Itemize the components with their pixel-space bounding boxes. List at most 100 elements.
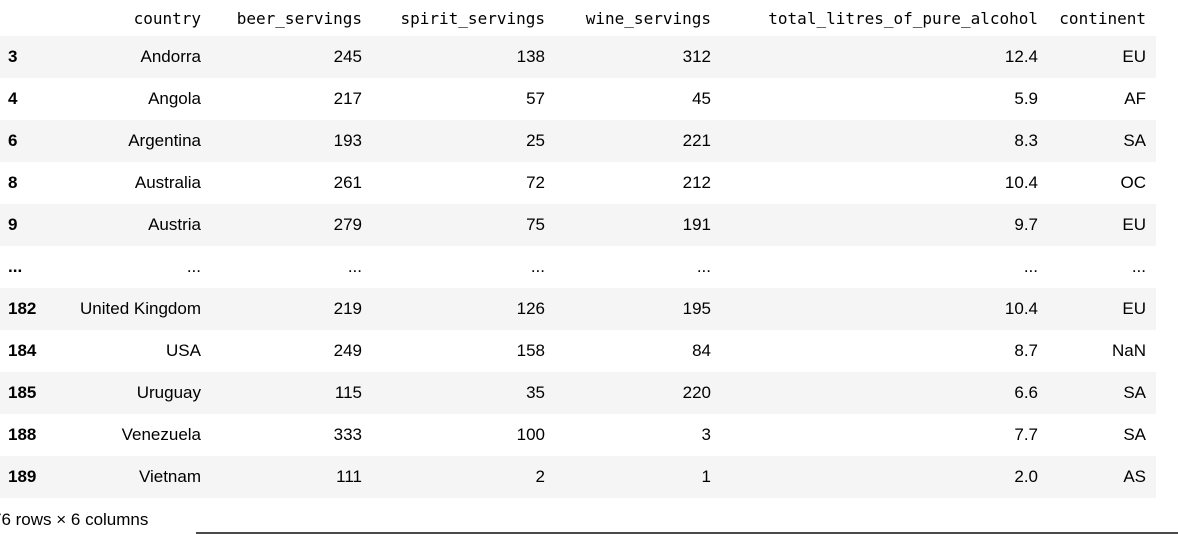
cell-spirit-servings: 25 (526, 131, 545, 150)
row-index: 185 (8, 383, 37, 402)
cell-wine-servings: 312 (682, 47, 711, 66)
cell-beer-servings: 261 (333, 173, 362, 192)
table-row: 9 Austria 279 75 191 9.7 EU (0, 204, 1156, 246)
cell-continent: OC (1120, 173, 1147, 192)
cell-beer-servings: 217 (333, 89, 362, 108)
cell-total-litres: 2.0 (1014, 467, 1038, 486)
cell-total-litres: 8.3 (1014, 131, 1038, 150)
table-row: 189 Vietnam 111 2 1 2.0 AS (0, 456, 1156, 498)
index-header (0, 0, 50, 36)
cell-wine-servings: 84 (692, 341, 711, 360)
cell-wine-servings: 195 (682, 299, 711, 318)
cell-total-litres: 9.7 (1014, 215, 1038, 234)
cell-wine-servings: ... (696, 257, 711, 276)
cell-country: United Kingdom (80, 299, 201, 318)
table-row: 184 USA 249 158 84 8.7 NaN (0, 330, 1156, 372)
cell-continent: NaN (1111, 341, 1146, 360)
cell-beer-servings: 333 (333, 425, 362, 444)
column-header-country: country (133, 8, 201, 28)
column-header-total-litres: total_litres_of_pure_alcohol (768, 8, 1038, 28)
row-index: 184 (8, 341, 37, 360)
cell-country: Venezuela (121, 425, 201, 444)
cell-total-litres: 5.9 (1014, 89, 1038, 108)
cell-beer-servings: 279 (333, 215, 362, 234)
table-row: 188 Venezuela 333 100 3 7.7 SA (0, 414, 1156, 456)
header-row: country beer_servings spirit_servings wi… (0, 0, 1156, 36)
table-row: 8 Australia 261 72 212 10.4 OC (0, 162, 1156, 204)
cell-country: Austria (148, 215, 201, 234)
table-row: 185 Uruguay 115 35 220 6.6 SA (0, 372, 1156, 414)
cell-spirit-servings: 75 (526, 215, 545, 234)
cell-country: Angola (148, 89, 201, 108)
cell-wine-servings: 3 (701, 425, 711, 444)
table-row: ..................... (0, 246, 1156, 288)
dataframe-output: country beer_servings spirit_servings wi… (0, 0, 1178, 534)
column-header-wine-servings: wine_servings (585, 8, 711, 28)
cell-total-litres: 10.4 (1004, 299, 1038, 318)
cell-wine-servings: 191 (682, 215, 711, 234)
row-index: 3 (8, 47, 18, 66)
table-row: 3 Andorra 245 138 312 12.4 EU (0, 36, 1156, 78)
cell-wine-servings: 220 (682, 383, 711, 402)
table-body: 3 Andorra 245 138 312 12.4 EU 4 Angola 217 57 45 5.9… (0, 36, 1156, 498)
row-index: 8 (8, 173, 18, 192)
table-row: 182 United Kingdom 219 126 195 10.4 EU (0, 288, 1156, 330)
cell-beer-servings: 115 (334, 383, 362, 402)
row-index: 9 (8, 215, 18, 234)
cell-country: Australia (134, 173, 201, 192)
cell-spirit-servings: 2 (535, 467, 545, 486)
row-index: 4 (8, 89, 18, 108)
table-row: 6 Argentina 193 25 221 8.3 SA (0, 120, 1156, 162)
cell-continent: EU (1122, 299, 1146, 318)
cell-beer-servings: 193 (333, 131, 362, 150)
row-index: 182 (8, 299, 37, 318)
cell-country: Argentina (128, 131, 201, 150)
cell-total-litres: 12.4 (1004, 47, 1038, 66)
column-header-spirit-servings: spirit_servings (400, 8, 546, 28)
cell-total-litres: 7.7 (1014, 425, 1038, 444)
cell-continent: EU (1122, 47, 1146, 66)
cell-total-litres: 6.6 (1014, 383, 1038, 402)
cell-beer-servings: 111 (336, 467, 362, 486)
dataframe-shape-text: 76 rows × 6 columns (0, 510, 149, 529)
cell-country: Vietnam (138, 467, 201, 486)
cell-spirit-servings: ... (530, 257, 545, 276)
column-header-continent: continent (1059, 8, 1146, 28)
cell-beer-servings: ... (347, 257, 362, 276)
cell-spirit-servings: 126 (516, 299, 545, 318)
cell-spirit-servings: 138 (516, 47, 545, 66)
cell-total-litres: 8.7 (1014, 341, 1038, 360)
cell-spirit-servings: 57 (526, 89, 545, 108)
cell-country: Uruguay (136, 383, 201, 402)
cell-continent: EU (1122, 215, 1146, 234)
row-index: ... (8, 257, 23, 276)
cell-wine-servings: 221 (682, 131, 711, 150)
cell-wine-servings: 212 (682, 173, 711, 192)
cell-wine-servings: 45 (692, 89, 711, 108)
cell-spirit-servings: 100 (516, 425, 545, 444)
cell-spirit-servings: 72 (526, 173, 545, 192)
cell-beer-servings: 249 (333, 341, 362, 360)
cell-country: USA (166, 341, 201, 360)
cell-continent: SA (1123, 131, 1146, 150)
cell-continent: AF (1124, 89, 1146, 108)
cell-total-litres: ... (1023, 257, 1038, 276)
table-row: 4 Angola 217 57 45 5.9 AF (0, 78, 1156, 120)
cell-continent: ... (1131, 257, 1146, 276)
cell-continent: SA (1123, 383, 1146, 402)
column-header-beer-servings: beer_servings (236, 8, 362, 28)
cell-continent: SA (1123, 425, 1146, 444)
cell-continent: AS (1123, 467, 1146, 486)
cell-spirit-servings: 158 (516, 341, 545, 360)
row-index: 189 (8, 467, 37, 486)
cell-spirit-servings: 35 (526, 383, 545, 402)
cell-wine-servings: 1 (701, 467, 711, 486)
table-header: country beer_servings spirit_servings wi… (0, 0, 1156, 36)
row-index: 6 (8, 131, 18, 150)
cell-country: ... (186, 257, 201, 276)
cell-total-litres: 10.4 (1004, 173, 1038, 192)
cell-beer-servings: 219 (333, 299, 362, 318)
row-index: 188 (8, 425, 37, 444)
dataframe-table: country beer_servings spirit_servings wi… (0, 0, 1156, 498)
cell-beer-servings: 245 (333, 47, 362, 66)
